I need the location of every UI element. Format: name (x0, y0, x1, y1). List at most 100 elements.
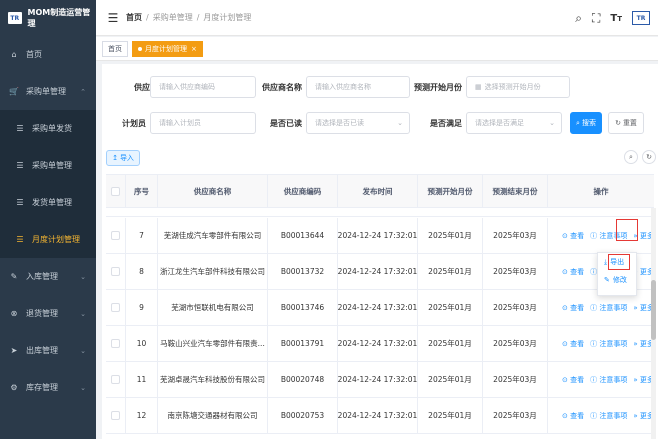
cell-start-month: 2025年01月 (418, 290, 483, 325)
sidebar-item-home[interactable]: ⌂ 首页 (0, 36, 96, 73)
toggle-search-button[interactable]: ⌕ (624, 150, 638, 164)
supplier-code-placeholder: 请输入供应商编码 (159, 83, 215, 91)
cell-end-month: 2025年03月 (483, 362, 548, 397)
import-button-label: 导入 (119, 154, 134, 162)
notes-link[interactable]: ⓘ 注意事项 (590, 339, 627, 349)
search-icon[interactable]: ⌕ (575, 11, 582, 26)
edit-icon: ✎ (604, 276, 610, 284)
tab-label: 月度计划管理 (145, 44, 187, 53)
sidebar-item-label: 采购单管理 (26, 87, 66, 96)
is-read-label: 是否已读 (270, 119, 302, 128)
notes-link[interactable]: ⓘ 注意事项 (590, 375, 627, 385)
chevron-down-icon: ⌄ (80, 346, 86, 355)
view-link[interactable]: ⊙ 查看 (562, 303, 584, 313)
sidebar-item-inbound[interactable]: ✎ 入库管理 ⌄ (0, 258, 96, 295)
view-link[interactable]: ⊙ 查看 (562, 339, 584, 349)
breadcrumb-monthly-plan: 月度计划管理 (203, 13, 252, 22)
column-header: 预测结束月份 (483, 175, 548, 207)
view-link[interactable]: ⊙ 查看 (562, 375, 584, 385)
row-checkbox[interactable] (111, 339, 120, 348)
gear-icon: ⚙ (10, 383, 18, 392)
is-read-select[interactable]: 请选择是否已读 ⌄ (306, 112, 410, 134)
tab-monthly-plan[interactable]: 月度计划管理 × (132, 40, 203, 57)
row-checkbox[interactable] (111, 267, 120, 276)
column-header: 发布时间 (338, 175, 418, 207)
top-header: ☰ 首页 / 采购单管理 / 月度计划管理 ⌕ ⛶ TT TR (96, 0, 658, 36)
sidebar-item-monthly-plan[interactable]: ☰ 月度计划管理 (0, 221, 96, 258)
cell-end-month: 2025年03月 (483, 326, 548, 361)
row-checkbox[interactable] (111, 231, 120, 240)
import-button[interactable]: ↥ 导入 (106, 150, 140, 166)
column-header: 供应商编码 (268, 175, 338, 207)
return-icon: ⊗ (10, 309, 18, 318)
select-all-checkbox[interactable] (111, 186, 120, 196)
sidebar-item-purchase-orders[interactable]: 🛒 采购单管理 ⌃ (0, 73, 96, 110)
tab-home[interactable]: 首页 (102, 40, 128, 57)
view-label: 查看 (570, 375, 585, 384)
active-dot-icon (138, 46, 142, 51)
notes-link[interactable]: ⓘ 注意事项 (590, 303, 627, 313)
column-header: 供应商名称 (158, 175, 268, 207)
view-link[interactable]: ⊙ 查看 (562, 231, 584, 241)
breadcrumb-home[interactable]: 首页 (126, 12, 142, 23)
row-checkbox[interactable] (111, 411, 120, 420)
reset-button[interactable]: ↻ 重置 (608, 112, 644, 134)
sidebar-item-label: 退货管理 (26, 309, 58, 318)
main-content: 供应商编码 请输入供应商编码 供应商名称 请输入供应商名称 预测开始月份 ▦ 选… (102, 64, 658, 439)
is-read-placeholder: 请选择是否已读 (315, 119, 364, 127)
edit-menu-item[interactable]: ✎ 修改 (598, 271, 636, 289)
cell-end-month: 2025年03月 (483, 398, 548, 433)
cell-no: 11 (126, 362, 158, 397)
font-size-icon[interactable]: TT (610, 13, 622, 24)
fullscreen-icon[interactable]: ⛶ (592, 11, 600, 26)
table-scroll-gap (106, 208, 654, 217)
view-link[interactable]: ⊙ 查看 (562, 411, 584, 421)
cell-supplier-name: 马鞍山兴业汽车零部件有限责... (158, 326, 268, 361)
table-row: 7 芜湖佳成汽车零部件有限公司 B00013644 2024-12-24 17:… (106, 218, 654, 254)
edit-icon: ✎ (10, 272, 18, 281)
breadcrumb-separator: / (146, 13, 149, 22)
sidebar-item-po-management[interactable]: ☰ 采购单管理 (0, 147, 96, 184)
close-icon[interactable]: × (191, 45, 197, 53)
sidebar-item-po-shipping[interactable]: ☰ 采购单发货 (0, 110, 96, 147)
row-checkbox[interactable] (111, 375, 120, 384)
planner-input[interactable]: 请输入计划员 (150, 112, 256, 134)
row-checkbox-cell (106, 398, 126, 433)
view-label: 查看 (570, 231, 585, 240)
calendar-icon: ▦ (475, 83, 482, 91)
is-satisfied-select[interactable]: 请选择是否满足 ⌄ (466, 112, 562, 134)
reset-button-label: 重置 (622, 119, 637, 127)
more-dropdown-menu: ⤓ 导出 ✎ 修改 (597, 252, 637, 296)
upload-icon: ↥ (112, 154, 118, 162)
table-scrollbar[interactable] (651, 208, 656, 439)
cell-publish-time: 2024-12-24 17:32:01 (338, 218, 418, 253)
table-row: 12 南京陈塘交通器材有限公司 B00020753 2024-12-24 17:… (106, 398, 654, 434)
cell-start-month: 2025年01月 (418, 254, 483, 289)
sidebar-item-returns[interactable]: ⊗ 退货管理 ⌄ (0, 295, 96, 332)
notes-label: 注意事项 (599, 339, 628, 348)
menu-toggle-icon[interactable]: ☰ (100, 11, 126, 25)
cell-actions: ⊙ 查看 ⓘ 注意事项 » 更多 (548, 218, 654, 253)
cell-publish-time: 2024-12-24 17:32:01 (338, 398, 418, 433)
planner-label: 计划员 (122, 119, 146, 128)
sidebar-item-inventory[interactable]: ⚙ 库存管理 ⌄ (0, 369, 96, 406)
sidebar-item-outbound[interactable]: ➤ 出库管理 ⌄ (0, 332, 96, 369)
notes-label: 注意事项 (599, 411, 628, 420)
data-table: 序号 供应商名称 供应商编码 发布时间 预测开始月份 预测结束月份 操作 7 芜… (106, 174, 654, 439)
notes-link[interactable]: ⓘ 注意事项 (590, 411, 627, 421)
view-link[interactable]: ⊙ 查看 (562, 267, 584, 277)
export-menu-item[interactable]: ⤓ 导出 (598, 253, 636, 271)
supplier-name-input[interactable]: 请输入供应商名称 (306, 76, 410, 98)
send-icon: ➤ (10, 346, 18, 355)
search-button[interactable]: ⌕ 搜索 (570, 112, 602, 134)
refresh-table-button[interactable]: ↻ (642, 150, 656, 164)
row-checkbox[interactable] (111, 303, 120, 312)
sidebar-item-delivery-orders[interactable]: ☰ 发货单管理 (0, 184, 96, 221)
chevron-down-icon: ⌄ (549, 119, 555, 127)
cell-start-month: 2025年01月 (418, 362, 483, 397)
logo-icon: TR (8, 12, 22, 24)
forecast-start-month-picker[interactable]: ▦ 选择预测开始月份 (466, 76, 570, 98)
supplier-code-input[interactable]: 请输入供应商编码 (150, 76, 256, 98)
scrollbar-thumb[interactable] (651, 280, 656, 340)
view-label: 查看 (570, 339, 585, 348)
